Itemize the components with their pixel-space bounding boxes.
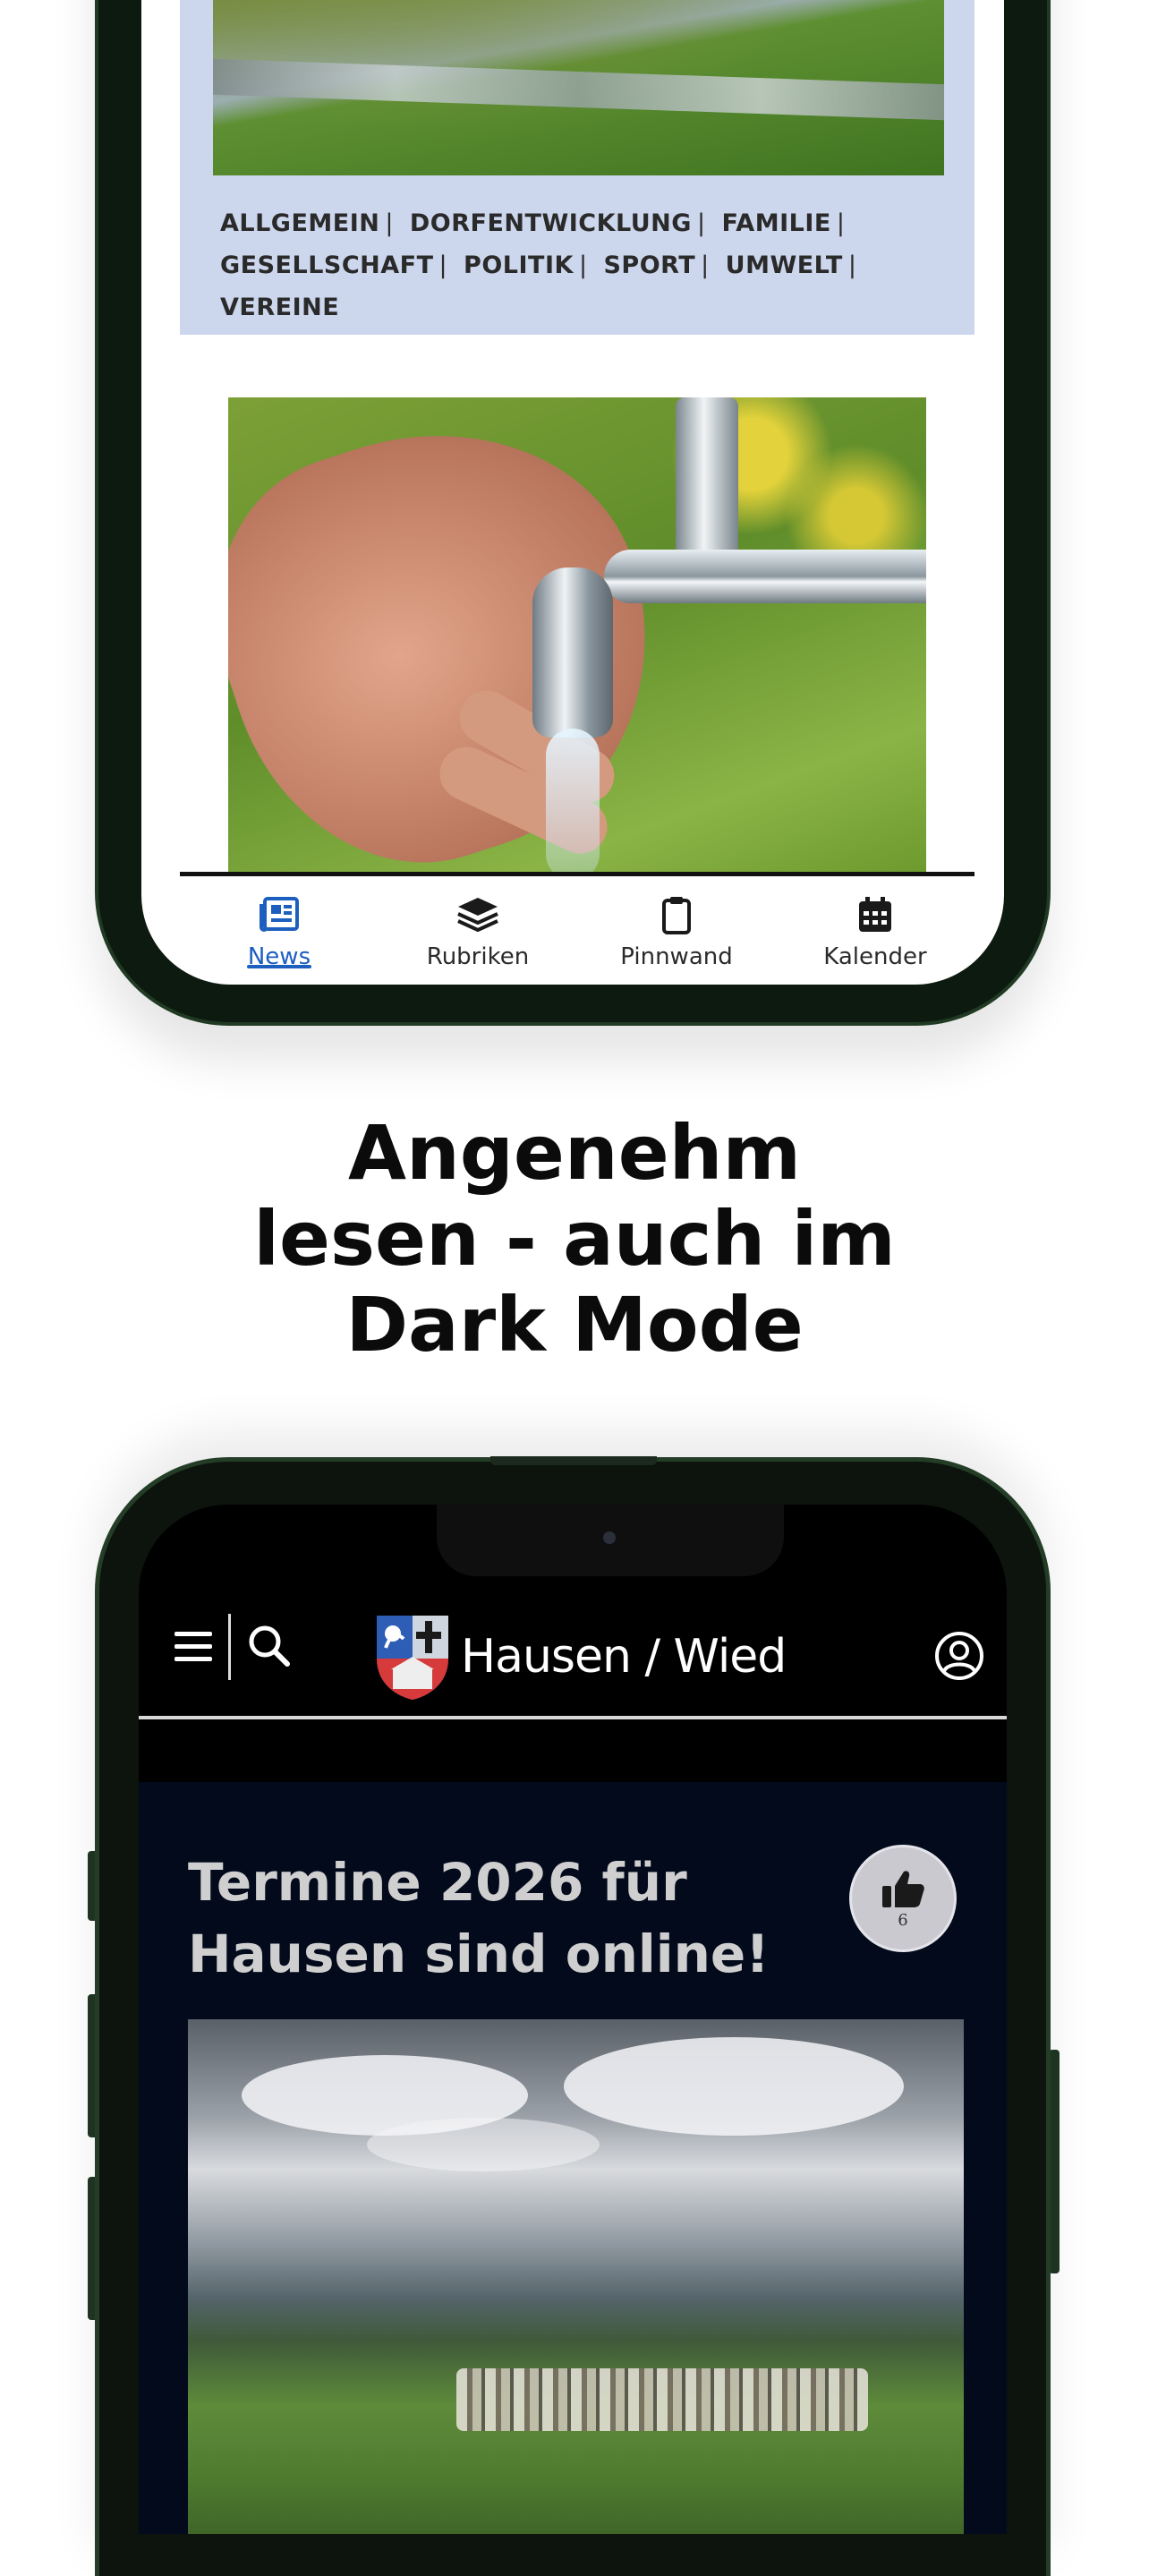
tab-news[interactable]: News bbox=[180, 879, 379, 977]
article-title-line-2: Hausen sind online! bbox=[188, 1923, 770, 1984]
tab-pinnwand[interactable]: Pinnwand bbox=[577, 879, 776, 977]
camera-dot bbox=[603, 1531, 616, 1544]
newspaper-icon bbox=[260, 893, 299, 936]
bottom-tab-bar: News Rubriken Pinnwand Kalender bbox=[180, 879, 975, 977]
tab-kalender[interactable]: Kalender bbox=[776, 879, 975, 977]
river-landscape-photo bbox=[213, 0, 944, 175]
headline-line-2: lesen - auch im bbox=[253, 1195, 896, 1283]
article-card-light[interactable]: ALLGEMEIN | DORFENTWICKLUNG | FAMILIE | GES… bbox=[180, 0, 975, 335]
header-underline bbox=[139, 1716, 1007, 1719]
app-logo[interactable]: Hausen / Wied bbox=[373, 1612, 787, 1702]
tag-dorfentwicklung[interactable]: DORFENTWICKLUNG bbox=[410, 209, 692, 237]
promo-headline: Angenehm lesen - auch im Dark Mode bbox=[0, 1110, 1149, 1368]
tag-familie[interactable]: FAMILIE bbox=[721, 209, 830, 237]
like-count: 6 bbox=[898, 1910, 908, 1930]
phone-light-screen: ALLGEMEIN | DORFENTWICKLUNG | FAMILIE | GES… bbox=[141, 0, 1004, 985]
header-divider bbox=[228, 1614, 231, 1680]
app-title: Hausen / Wied bbox=[461, 1630, 787, 1684]
menu-icon[interactable] bbox=[174, 1630, 212, 1668]
tab-rubriken-label: Rubriken bbox=[426, 943, 530, 970]
tag-gesellschaft[interactable]: GESELLSCHAFT bbox=[220, 252, 434, 279]
tag-umwelt[interactable]: UMWELT bbox=[726, 252, 843, 279]
calendar-icon bbox=[857, 893, 893, 936]
tab-kalender-label: Kalender bbox=[823, 943, 927, 970]
search-icon[interactable] bbox=[246, 1623, 293, 1673]
article-card-dark[interactable]: Termine 2026 für Hausen sind online! 6 bbox=[139, 1782, 1007, 2534]
coat-of-arms-logo bbox=[377, 1616, 448, 1700]
phone-light-mockup: ALLGEMEIN | DORFENTWICKLUNG | FAMILIE | GES… bbox=[95, 0, 1051, 1026]
tabbar-divider bbox=[180, 872, 975, 876]
clipboard-icon bbox=[661, 893, 692, 936]
village-landscape-photo bbox=[188, 2019, 964, 2534]
tab-news-label: News bbox=[247, 943, 311, 970]
layers-icon bbox=[456, 893, 499, 936]
phone-dark-screen: Hausen / Wied Termine 2026 für Hausen si… bbox=[139, 1505, 1007, 2534]
like-button[interactable]: 6 bbox=[849, 1845, 957, 1952]
phone-notch bbox=[437, 1505, 784, 1576]
thumbs-up-icon bbox=[882, 1870, 924, 1907]
article-title: Termine 2026 für Hausen sind online! bbox=[188, 1847, 814, 1990]
tag-sport[interactable]: SPORT bbox=[603, 252, 695, 279]
app-header: Hausen / Wied bbox=[139, 1585, 1007, 1719]
headline-line-1: Angenehm bbox=[347, 1109, 801, 1197]
tab-pinnwand-label: Pinnwand bbox=[620, 943, 733, 970]
article-title-line-1: Termine 2026 für bbox=[188, 1852, 687, 1913]
tag-vereine[interactable]: VEREINE bbox=[220, 294, 339, 321]
headline-line-3: Dark Mode bbox=[345, 1281, 804, 1369]
phone-dark-mockup: Hausen / Wied Termine 2026 für Hausen si… bbox=[95, 1456, 1051, 2576]
water-tap-photo[interactable] bbox=[228, 397, 926, 872]
tag-politik[interactable]: POLITIK bbox=[464, 252, 574, 279]
category-tags: ALLGEMEIN | DORFENTWICKLUNG | FAMILIE | GES… bbox=[220, 209, 857, 321]
tag-allgemein[interactable]: ALLGEMEIN bbox=[220, 209, 379, 237]
account-icon[interactable] bbox=[933, 1630, 985, 1685]
tab-rubriken[interactable]: Rubriken bbox=[379, 879, 577, 977]
